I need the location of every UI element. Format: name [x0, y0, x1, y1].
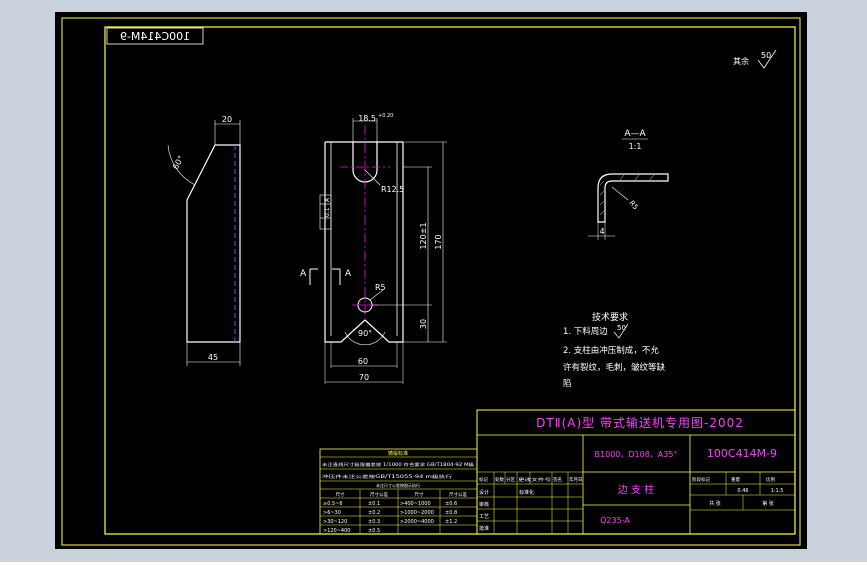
rev-header: 处数	[495, 476, 504, 483]
dim-r5: R5	[375, 283, 386, 292]
rev-header: 标记	[479, 476, 488, 483]
tol-cell: >30~120	[323, 519, 347, 525]
drawing-svg: 100C414M-9 其余 50 20 60° 45 18.5 +0.20 R1…	[0, 0, 867, 562]
tol-cell: ±0.5	[368, 528, 380, 534]
tol-title: 铸锻标准	[388, 450, 408, 457]
tol-cell: >2000~4000	[400, 519, 434, 525]
sheet-total: 共 张	[709, 500, 721, 507]
dim-18-5-tol: +0.20	[378, 113, 393, 119]
tol-cell: ±0.2	[368, 510, 380, 516]
row-label: 设计	[479, 489, 489, 496]
row-label: 标准化	[519, 489, 534, 496]
tol-header-3: 尺寸公差	[449, 491, 467, 498]
rev-header: 更改文件号	[518, 476, 551, 482]
material: Q235-A	[600, 516, 630, 525]
section-marker-right: A	[345, 269, 352, 279]
section-marker-left: A	[300, 269, 307, 279]
row-label: 工艺	[479, 514, 489, 520]
tol-cell: >400~1000	[400, 501, 431, 507]
section-dim-4: 4	[599, 227, 604, 236]
dim-r12-5: R12.5	[381, 185, 404, 194]
tol-cell: ±0.6	[445, 501, 457, 507]
tol-header-1: 尺寸公差	[370, 491, 388, 498]
tol-line-3: 未注尺寸公差按图示执行	[376, 482, 420, 488]
notes-line-3: 许有裂纹，毛刺，皱纹等缺	[563, 362, 666, 373]
tol-cell: ±0.1	[368, 501, 380, 507]
tol-line-2: 冲压件未注公差按GB/T15055-94 m级执行	[322, 473, 452, 479]
row-label: 批准	[479, 525, 489, 532]
rev-header: 签名	[553, 476, 562, 483]
tol-cell: ≥0.5~6	[323, 501, 343, 507]
scale-value: 1:1.5	[771, 488, 784, 494]
dim-angle-90: 90°	[358, 329, 372, 338]
notes-line-1: 1. 下料周边	[563, 326, 608, 337]
tol-cell: >1000~2000	[400, 510, 434, 516]
tol-cell: ±0.3	[368, 519, 380, 525]
drawing-number: 100C414M-9	[707, 447, 777, 460]
roughness-label: 其余	[733, 56, 749, 66]
section-scale: 1:1	[629, 142, 642, 151]
row-label: 审核	[479, 501, 489, 508]
rev-header: 年月日	[569, 476, 583, 483]
flatness-value: 0.1	[324, 207, 331, 217]
tol-cell: >120~400	[323, 528, 350, 534]
spec-text: B1000，D108，A35°	[595, 450, 678, 459]
roughness-value: 50	[761, 51, 771, 60]
drawing-canvas	[55, 12, 807, 549]
sheet-number: 第 张	[762, 500, 774, 507]
code-mirror-text: 100C414M-9	[120, 30, 190, 43]
dim-45: 45	[208, 353, 218, 362]
part-name: 边 支 柱	[618, 483, 654, 496]
dim-170: 170	[434, 234, 443, 249]
dim-20: 20	[222, 115, 232, 124]
dim-120: 120±1	[419, 222, 428, 249]
rev-header: 分区	[506, 476, 515, 483]
notes-line-4: 陷	[563, 378, 572, 389]
tol-line-1: 未注直线尺寸极限偏差按 1/1000 符合要求 GB/T1804-92 M级	[322, 461, 474, 467]
tol-cell: >6~30	[323, 510, 341, 516]
section-label: A—A	[624, 129, 646, 139]
stage-header: 重量	[731, 476, 740, 483]
dim-70: 70	[359, 373, 369, 382]
notes-title: 技术要求	[592, 311, 628, 323]
dim-18-5: 18.5	[358, 114, 376, 123]
tol-header-2: 尺寸	[415, 491, 424, 498]
stage-header: 比例	[766, 476, 775, 483]
notes-line-2: 2. 支柱由冲压制成，不允	[563, 345, 659, 356]
tol-header-0: 尺寸	[336, 491, 345, 498]
stage-header: 阶段标记	[692, 476, 710, 483]
cad-viewport: 100C414M-9 其余 50 20 60° 45 18.5 +0.20 R1…	[0, 0, 867, 562]
dim-30: 30	[419, 319, 428, 329]
tol-cell: ±0.8	[445, 510, 457, 516]
dim-60: 60	[358, 357, 368, 366]
tol-cell: ±1.2	[445, 519, 457, 525]
weight-value: 0.46	[737, 488, 748, 494]
main-title: DTⅡ(A)型 带式输送机专用图-2002	[536, 415, 744, 430]
code-mirror-box: 100C414M-9	[106, 27, 204, 45]
notes-line-1-value: 50	[617, 324, 626, 332]
